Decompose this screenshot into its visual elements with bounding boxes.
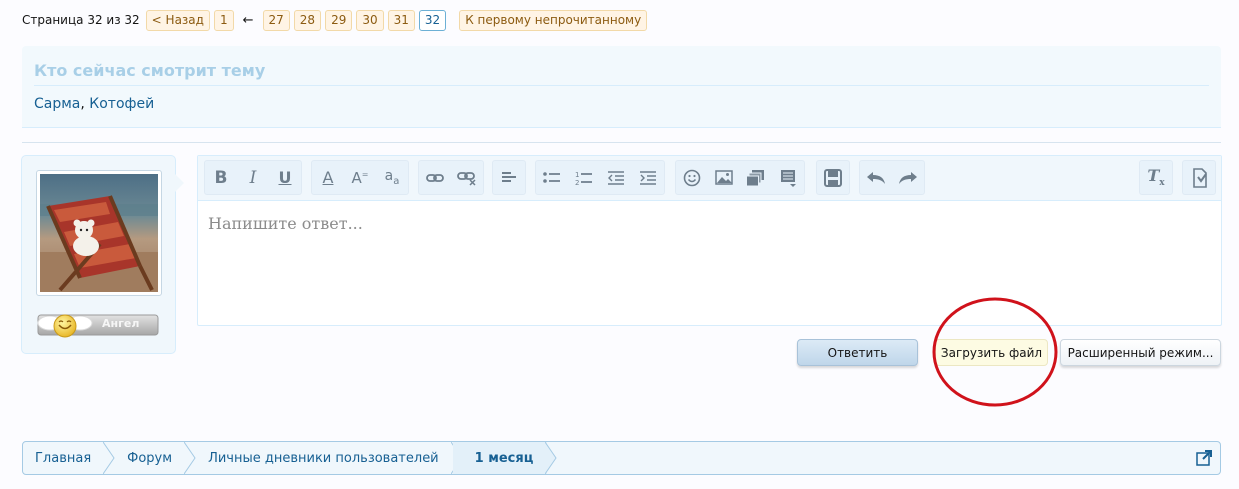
jump-to-icon[interactable] bbox=[1196, 450, 1212, 466]
indent-icon[interactable] bbox=[632, 161, 664, 194]
reply-editor: B I U A A= aa 12 Tx Напишите ответ... bbox=[197, 155, 1222, 326]
page-link-31[interactable]: 31 bbox=[387, 9, 415, 31]
font-family-icon[interactable]: aa bbox=[376, 161, 408, 194]
underline-icon[interactable]: U bbox=[269, 161, 301, 194]
viewer-separator: , bbox=[80, 96, 85, 112]
page-link-1[interactable]: 1 bbox=[213, 9, 234, 31]
divider bbox=[34, 85, 1209, 86]
breadcrumb-forum[interactable]: Форум bbox=[105, 442, 196, 474]
page-count-label: Страница 32 из 32 bbox=[22, 13, 140, 27]
page-navigation: Страница 32 из 32 < Назад 1 ← 27 28 29 3… bbox=[22, 9, 648, 31]
toolbar-group-link bbox=[418, 160, 484, 195]
toolbar-group-draft bbox=[816, 160, 850, 195]
breadcrumb-label: Главная bbox=[35, 450, 92, 466]
rank-label: Ангел bbox=[102, 317, 140, 330]
page-link-27[interactable]: 27 bbox=[262, 9, 290, 31]
toggle-bbcode-icon[interactable] bbox=[1183, 161, 1215, 194]
avatar[interactable] bbox=[36, 170, 162, 296]
prev-page-link[interactable]: < Назад bbox=[145, 9, 210, 31]
smiley-icon[interactable] bbox=[676, 161, 708, 194]
breadcrumb-label: Форум bbox=[127, 450, 173, 466]
toolbar-group-insert bbox=[675, 160, 805, 195]
text-color-icon[interactable]: A bbox=[312, 161, 344, 194]
breadcrumb-separator-icon bbox=[545, 442, 557, 474]
user-info-panel: Ангел bbox=[21, 155, 184, 354]
toolbar-group-history bbox=[859, 160, 925, 195]
italic-icon[interactable]: I bbox=[237, 161, 269, 194]
viewer-link-2[interactable]: Котофей bbox=[89, 96, 154, 112]
insert-icon[interactable] bbox=[772, 161, 804, 194]
advanced-mode-button[interactable]: Расширенный режим... bbox=[1060, 339, 1221, 366]
svg-text:1: 1 bbox=[575, 171, 579, 179]
current-page: 32 bbox=[418, 9, 447, 31]
upload-file-button[interactable]: Загрузить файл bbox=[935, 339, 1048, 366]
viewer-link-1[interactable]: Сарма bbox=[34, 96, 80, 112]
remove-format-icon[interactable]: Tx bbox=[1140, 161, 1172, 194]
breadcrumb-home[interactable]: Главная bbox=[23, 442, 115, 474]
toolbar-group-format: B I U bbox=[204, 160, 302, 195]
breadcrumb-current[interactable]: 1 месяц bbox=[452, 442, 557, 474]
unlink-icon[interactable] bbox=[451, 161, 483, 194]
rank-badge: Ангел bbox=[36, 311, 160, 339]
first-unread-link[interactable]: К первому непрочитанному bbox=[459, 9, 648, 31]
toolbar-group-align bbox=[492, 160, 526, 195]
toolbar-group-toggle bbox=[1182, 160, 1216, 195]
svg-text:2: 2 bbox=[575, 179, 579, 186]
redo-icon[interactable] bbox=[892, 161, 924, 194]
save-draft-icon[interactable] bbox=[817, 161, 849, 194]
font-size-icon[interactable]: A= bbox=[344, 161, 376, 194]
bulleted-list-icon[interactable] bbox=[536, 161, 568, 194]
bold-icon[interactable]: B bbox=[205, 161, 237, 194]
media-icon[interactable] bbox=[740, 161, 772, 194]
reply-textarea[interactable]: Напишите ответ... bbox=[208, 214, 363, 233]
breadcrumb-label: 1 месяц bbox=[474, 450, 534, 466]
undo-icon[interactable] bbox=[860, 161, 892, 194]
page-link-28[interactable]: 28 bbox=[293, 9, 322, 31]
viewers-list: Сарма, Котофей bbox=[34, 96, 154, 112]
toolbar-group-clear: Tx bbox=[1139, 160, 1173, 195]
panel-pointer bbox=[175, 174, 184, 192]
page-skip-arrow[interactable]: ← bbox=[243, 13, 254, 28]
breadcrumb-diaries[interactable]: Личные дневники пользователей bbox=[186, 442, 463, 474]
breadcrumb-label: Личные дневники пользователей bbox=[208, 450, 439, 466]
divider bbox=[22, 142, 1221, 143]
align-icon[interactable] bbox=[493, 161, 525, 194]
viewers-title: Кто сейчас смотрит тему bbox=[34, 61, 266, 80]
breadcrumb: Главная Форум Личные дневники пользовате… bbox=[22, 441, 1221, 475]
reply-button[interactable]: Ответить bbox=[797, 339, 918, 366]
page-link-29[interactable]: 29 bbox=[325, 9, 353, 31]
viewers-panel: Кто сейчас смотрит тему Сарма, Котофей bbox=[22, 46, 1221, 128]
toolbar-group-list: 12 bbox=[535, 160, 665, 195]
link-icon[interactable] bbox=[419, 161, 451, 194]
toolbar-group-font: A A= aa bbox=[311, 160, 409, 195]
numbered-list-icon[interactable]: 12 bbox=[568, 161, 600, 194]
editor-toolbar: B I U A A= aa 12 Tx bbox=[198, 156, 1221, 201]
image-icon[interactable] bbox=[708, 161, 740, 194]
outdent-icon[interactable] bbox=[600, 161, 632, 194]
page-link-30[interactable]: 30 bbox=[356, 9, 384, 31]
